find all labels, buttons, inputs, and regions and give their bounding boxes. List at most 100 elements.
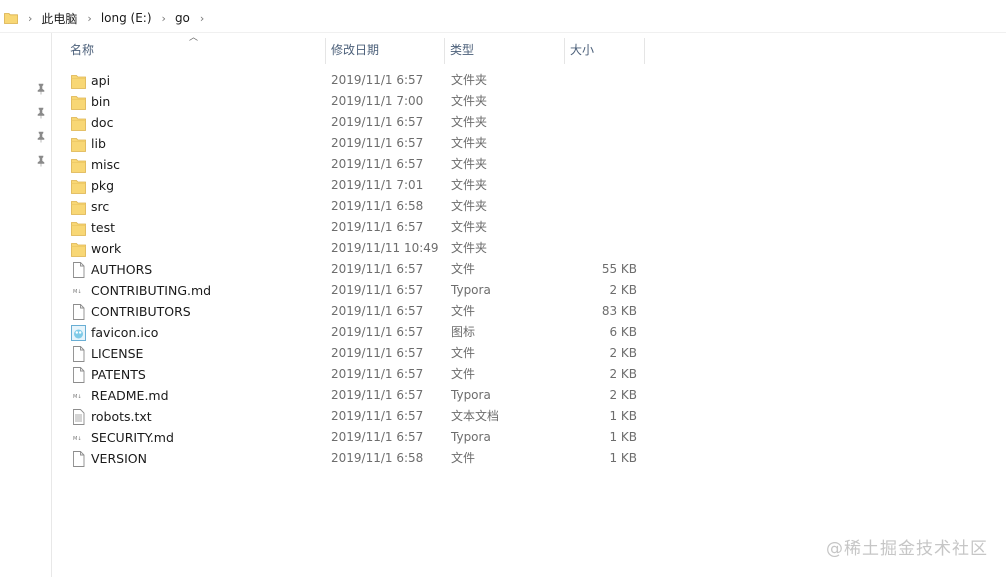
file-name: robots.txt [91, 409, 152, 424]
file-icon [71, 262, 86, 278]
folder-icon [71, 220, 86, 236]
chevron-right-icon[interactable]: › [87, 12, 91, 25]
file-row[interactable]: doc 2019/11/1 6:57 文件夹 [52, 112, 1006, 133]
file-type: Typora [451, 388, 491, 402]
file-name: PATENTS [91, 367, 146, 382]
file-name: lib [91, 136, 106, 151]
folder-icon [71, 136, 86, 152]
file-type: 文件夹 [451, 241, 488, 255]
file-row[interactable]: test 2019/11/1 6:57 文件夹 [52, 217, 1006, 238]
file-name: test [91, 220, 116, 235]
file-type: 文件夹 [451, 136, 488, 150]
svg-text:M↓: M↓ [73, 436, 82, 442]
navigation-pane [0, 33, 52, 577]
file-date: 2019/11/1 7:01 [331, 178, 424, 192]
folder-icon [71, 157, 86, 173]
file-date: 2019/11/1 6:57 [331, 136, 424, 150]
file-row[interactable]: src 2019/11/1 6:58 文件夹 [52, 196, 1006, 217]
file-row[interactable]: favicon.ico 2019/11/1 6:57 图标 6 KB [52, 322, 1006, 343]
file-type: Typora [451, 430, 491, 444]
chevron-right-icon[interactable]: › [162, 12, 166, 25]
file-row[interactable]: LICENSE 2019/11/1 6:57 文件 2 KB [52, 343, 1006, 364]
pin-icon[interactable] [35, 155, 47, 167]
folder-icon [71, 94, 86, 110]
file-date: 2019/11/1 6:57 [331, 304, 424, 318]
file-type: 图标 [451, 325, 476, 339]
pin-icon[interactable] [35, 83, 47, 95]
file-date: 2019/11/1 6:57 [331, 73, 424, 87]
file-size: 2 KB [609, 367, 637, 381]
chevron-right-icon[interactable]: › [200, 12, 204, 25]
breadcrumb-item-drive[interactable]: long (E:) [101, 11, 152, 25]
column-header-size[interactable]: 大小 [565, 36, 645, 64]
pin-icon[interactable] [35, 107, 47, 119]
column-divider[interactable] [644, 38, 645, 64]
file-date: 2019/11/1 6:57 [331, 220, 424, 234]
file-type: 文件 [451, 304, 476, 318]
file-date: 2019/11/1 6:57 [331, 430, 424, 444]
file-row[interactable]: PATENTS 2019/11/1 6:57 文件 2 KB [52, 364, 1006, 385]
folder-icon [71, 199, 86, 215]
file-name: work [91, 241, 122, 256]
file-date: 2019/11/1 6:58 [331, 199, 424, 213]
file-icon [71, 367, 86, 383]
file-date: 2019/11/1 6:57 [331, 157, 424, 171]
file-row[interactable]: pkg 2019/11/1 7:01 文件夹 [52, 175, 1006, 196]
file-date: 2019/11/11 10:49 [331, 241, 439, 255]
file-date: 2019/11/1 6:57 [331, 409, 424, 423]
file-name: misc [91, 157, 121, 172]
file-row[interactable]: bin 2019/11/1 7:00 文件夹 [52, 91, 1006, 112]
file-row[interactable]: M↓ CONTRIBUTING.md 2019/11/1 6:57 Typora 2 K… [52, 280, 1006, 301]
file-type: Typora [451, 283, 491, 297]
file-row[interactable]: CONTRIBUTORS 2019/11/1 6:57 文件 83 KB [52, 301, 1006, 322]
file-size: 55 KB [601, 262, 637, 276]
file-type: 文本文档 [451, 409, 500, 423]
file-date: 2019/11/1 6:57 [331, 283, 424, 297]
file-name: CONTRIBUTORS [91, 304, 191, 319]
file-row[interactable]: robots.txt 2019/11/1 6:57 文本文档 1 KB [52, 406, 1006, 427]
svg-text:M↓: M↓ [73, 289, 82, 295]
column-header-date[interactable]: 修改日期 [326, 36, 444, 64]
file-name: src [91, 199, 110, 214]
file-row[interactable]: M↓ README.md 2019/11/1 6:57 Typora 2 KB [52, 385, 1006, 406]
file-row[interactable]: lib 2019/11/1 6:57 文件夹 [52, 133, 1006, 154]
file-type: 文件夹 [451, 220, 488, 234]
address-bar[interactable]: › 此电脑 › long (E:) › go › [0, 4, 1006, 33]
file-row[interactable]: M↓ SECURITY.md 2019/11/1 6:57 Typora 1 KB [52, 427, 1006, 448]
file-row[interactable]: api 2019/11/1 6:57 文件夹 [52, 70, 1006, 91]
file-size: 1 KB [609, 409, 637, 423]
file-row[interactable]: work 2019/11/11 10:49 文件夹 [52, 238, 1006, 259]
file-row[interactable]: AUTHORS 2019/11/1 6:57 文件 55 KB [52, 259, 1006, 280]
file-name: SECURITY.md [91, 430, 174, 445]
file-name: pkg [91, 178, 115, 193]
file-icon [71, 304, 86, 320]
markdown-file-icon: M↓ [71, 430, 86, 446]
file-type: 文件夹 [451, 94, 488, 108]
file-type: 文件夹 [451, 178, 488, 192]
file-type: 文件 [451, 451, 476, 465]
markdown-file-icon: M↓ [71, 388, 86, 404]
file-list: api 2019/11/1 6:57 文件夹 bin 2019/11/1 7:00 文件夹… [52, 70, 1006, 469]
chevron-right-icon[interactable]: › [28, 12, 32, 25]
breadcrumb-item-this-pc[interactable]: 此电脑 [41, 10, 77, 27]
file-type: 文件夹 [451, 199, 488, 213]
file-date: 2019/11/1 6:58 [331, 451, 424, 465]
file-size: 2 KB [609, 388, 637, 402]
file-row[interactable]: VERSION 2019/11/1 6:58 文件 1 KB [52, 448, 1006, 469]
column-header-type[interactable]: 类型 [445, 36, 563, 64]
column-header-name[interactable]: 名称 [65, 36, 325, 64]
pin-icon[interactable] [35, 131, 47, 143]
file-size: 2 KB [609, 346, 637, 360]
file-name: favicon.ico [91, 325, 159, 340]
file-date: 2019/11/1 6:57 [331, 262, 424, 276]
file-name: LICENSE [91, 346, 144, 361]
file-name: VERSION [91, 451, 147, 466]
file-name: README.md [91, 388, 169, 403]
file-size: 1 KB [609, 451, 637, 465]
text-file-icon [71, 409, 86, 425]
breadcrumb-item-go[interactable]: go [175, 11, 190, 25]
file-date: 2019/11/1 6:57 [331, 346, 424, 360]
file-row[interactable]: misc 2019/11/1 6:57 文件夹 [52, 154, 1006, 175]
file-type: 文件 [451, 346, 476, 360]
file-type: 文件 [451, 367, 476, 381]
